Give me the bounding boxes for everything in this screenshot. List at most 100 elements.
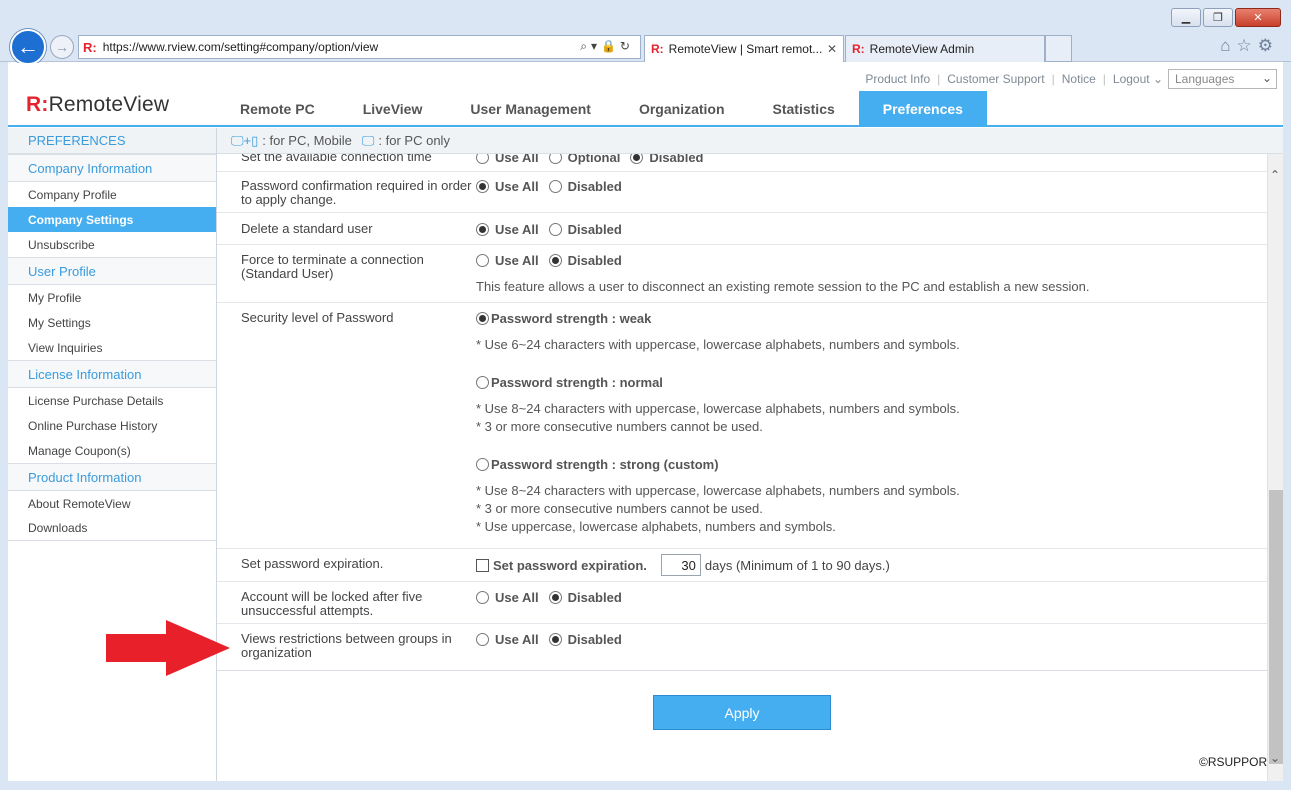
language-select[interactable]: Languages ⌄ bbox=[1168, 69, 1277, 89]
scroll-up-icon[interactable]: ⌃ bbox=[1270, 168, 1280, 182]
tab-favicon-icon: R: bbox=[852, 42, 865, 56]
sidebar-section-company-information[interactable]: Company Information bbox=[8, 154, 216, 182]
forward-button[interactable]: → bbox=[50, 35, 74, 59]
radio-button[interactable] bbox=[476, 312, 489, 325]
days-suffix: days (Minimum of 1 to 90 days.) bbox=[704, 557, 890, 573]
address-bar-icons[interactable]: ⌕▾🔒↻ bbox=[580, 39, 634, 54]
divider: | bbox=[1051, 72, 1055, 86]
close-window-button[interactable]: ✕ bbox=[1235, 8, 1281, 27]
checkbox[interactable] bbox=[476, 558, 489, 572]
password-note: * Use uppercase, lowercase alphabets, nu… bbox=[476, 519, 836, 534]
nav-preferences[interactable]: Preferences bbox=[858, 91, 987, 127]
radio-button[interactable] bbox=[476, 633, 489, 646]
radio-use-all[interactable]: Use All bbox=[476, 632, 539, 647]
language-select-value: Languages bbox=[1175, 72, 1235, 86]
radio-button[interactable] bbox=[548, 254, 562, 267]
tab-remoteview-admin[interactable]: R: RemoteView Admin bbox=[845, 35, 1045, 62]
sidebar-item-unsubscribe[interactable]: Unsubscribe bbox=[8, 232, 216, 257]
radio-disabled[interactable]: Disabled bbox=[548, 590, 622, 605]
sidebar-item-my-settings[interactable]: My Settings bbox=[8, 310, 216, 335]
sidebar-section-product-information[interactable]: Product Information bbox=[8, 463, 216, 491]
setting-row-force-terminate: Force to terminate a connection (Standar… bbox=[217, 245, 1267, 303]
apply-button[interactable]: Apply bbox=[653, 695, 831, 730]
browser-toolbar-icons[interactable]: ⌂☆⚙ bbox=[1220, 36, 1279, 56]
radio-button[interactable] bbox=[476, 376, 489, 389]
setting-label: Set password expiration. bbox=[241, 556, 384, 571]
radio-button[interactable] bbox=[548, 633, 562, 646]
copyright: ©RSUPPORT bbox=[1199, 755, 1275, 769]
sidebar-item-online-purchase-history[interactable]: Online Purchase History bbox=[8, 413, 216, 438]
logout-link[interactable]: Logout ⌄ bbox=[1113, 72, 1163, 86]
address-bar[interactable]: R: https://www.rview.com/setting#company… bbox=[78, 35, 641, 59]
address-url[interactable]: https://www.rview.com/setting#company/op… bbox=[103, 40, 378, 54]
radio-use-all[interactable]: Use All bbox=[476, 154, 539, 165]
password-expiration-checkbox[interactable]: Set password expiration. bbox=[476, 558, 647, 573]
expiration-days-input[interactable]: 30 bbox=[660, 554, 701, 576]
nav-remote-pc[interactable]: Remote PC bbox=[216, 91, 339, 127]
back-button[interactable]: ← bbox=[10, 29, 46, 65]
maximize-button[interactable]: ❐ bbox=[1203, 8, 1233, 27]
customer-support-link[interactable]: Customer Support bbox=[947, 72, 1044, 86]
option-label: Disabled bbox=[567, 179, 622, 194]
radio-button[interactable] bbox=[548, 223, 562, 236]
product-info-link[interactable]: Product Info bbox=[865, 72, 930, 86]
sidebar-item-my-profile[interactable]: My Profile bbox=[8, 285, 216, 310]
nav-statistics[interactable]: Statistics bbox=[749, 91, 859, 127]
radio-disabled[interactable]: Disabled bbox=[548, 222, 622, 237]
main-content: 🖵+▯ : for PC, Mobile 🖵 : for PC only Set… bbox=[217, 128, 1283, 781]
scrollbar-thumb[interactable] bbox=[1269, 490, 1283, 764]
radio-button[interactable] bbox=[476, 180, 489, 193]
vertical-scrollbar[interactable]: ⌃ ⌄ bbox=[1267, 154, 1283, 781]
radio-button[interactable] bbox=[476, 458, 489, 471]
radio-disabled[interactable]: Disabled bbox=[630, 154, 704, 165]
remoteview-logo[interactable]: R:RemoteView bbox=[26, 93, 169, 117]
setting-label: Security level of Password bbox=[241, 310, 394, 325]
radio-optional[interactable]: Optional bbox=[548, 154, 621, 165]
option-label: Optional bbox=[567, 154, 621, 165]
radio-button[interactable] bbox=[548, 591, 562, 604]
radio-password-weak[interactable]: Password strength : weak bbox=[476, 311, 651, 326]
radio-use-all[interactable]: Use All bbox=[476, 179, 539, 194]
sidebar-item-about-remoteview[interactable]: About RemoteView bbox=[8, 491, 216, 516]
radio-password-normal[interactable]: Password strength : normal bbox=[476, 375, 663, 390]
notice-link[interactable]: Notice bbox=[1062, 72, 1096, 86]
sidebar-item-view-inquiries[interactable]: View Inquiries bbox=[8, 335, 216, 360]
radio-button[interactable] bbox=[476, 591, 489, 604]
radio-use-all[interactable]: Use All bbox=[476, 590, 539, 605]
sidebar-item-downloads[interactable]: Downloads bbox=[8, 516, 216, 541]
radio-password-strong[interactable]: Password strength : strong (custom) bbox=[476, 457, 719, 472]
radio-disabled[interactable]: Disabled bbox=[548, 179, 622, 194]
nav-liveview[interactable]: LiveView bbox=[339, 91, 447, 127]
radio-button[interactable] bbox=[548, 154, 562, 164]
close-tab-icon[interactable]: ✕ bbox=[827, 42, 837, 56]
radio-disabled[interactable]: Disabled bbox=[548, 253, 622, 268]
radio-button[interactable] bbox=[476, 223, 489, 236]
radio-button[interactable] bbox=[548, 180, 562, 193]
radio-use-all[interactable]: Use All bbox=[476, 253, 539, 268]
sidebar-item-manage-coupons[interactable]: Manage Coupon(s) bbox=[8, 438, 216, 463]
option-label: Use All bbox=[495, 590, 539, 605]
new-tab-button[interactable] bbox=[1045, 35, 1072, 62]
sidebar-item-company-settings[interactable]: Company Settings bbox=[8, 207, 216, 232]
tab-title: RemoteView | Smart remot... bbox=[668, 42, 823, 56]
scroll-down-icon[interactable]: ⌄ bbox=[1270, 751, 1280, 765]
sidebar-section-user-profile[interactable]: User Profile bbox=[8, 257, 216, 285]
radio-button[interactable] bbox=[630, 154, 644, 164]
sidebar-item-company-profile[interactable]: Company Profile bbox=[8, 182, 216, 207]
option-label: Use All bbox=[495, 179, 539, 194]
sidebar-section-license-information[interactable]: License Information bbox=[8, 360, 216, 388]
sidebar-item-license-purchase-details[interactable]: License Purchase Details bbox=[8, 388, 216, 413]
radio-button[interactable] bbox=[476, 254, 489, 267]
radio-button[interactable] bbox=[476, 154, 489, 164]
nav-user-management[interactable]: User Management bbox=[446, 91, 615, 127]
minimize-button[interactable]: ▁ bbox=[1171, 8, 1201, 27]
option-label: Disabled bbox=[567, 590, 622, 605]
password-note: * 3 or more consecutive numbers cannot b… bbox=[476, 501, 763, 516]
option-label: Use All bbox=[495, 632, 539, 647]
nav-organization[interactable]: Organization bbox=[615, 91, 749, 127]
password-note: * Use 8~24 characters with uppercase, lo… bbox=[476, 401, 960, 416]
tab-remoteview-smart[interactable]: R: RemoteView | Smart remot... ✕ bbox=[644, 35, 844, 62]
setting-options: Password strength : weak * Use 6~24 char… bbox=[476, 311, 1267, 548]
radio-use-all[interactable]: Use All bbox=[476, 222, 539, 237]
radio-disabled[interactable]: Disabled bbox=[548, 632, 622, 647]
